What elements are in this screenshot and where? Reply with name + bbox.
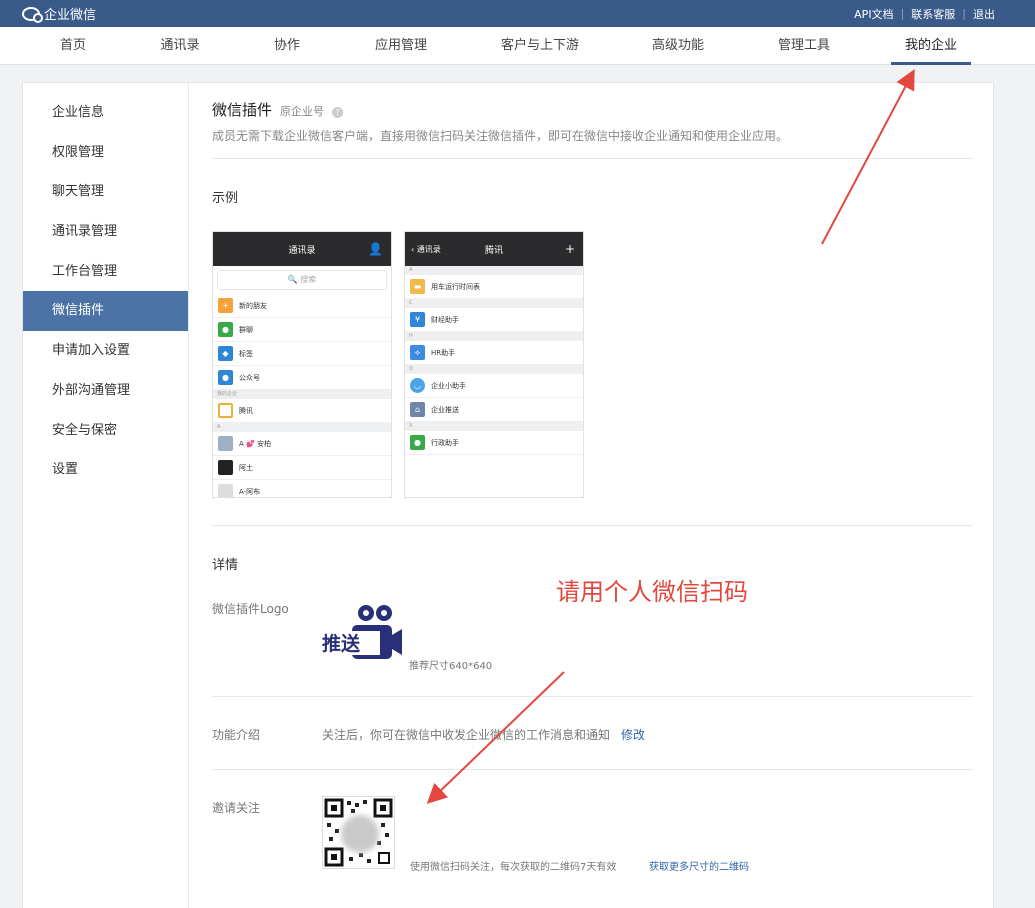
annotation-arrows bbox=[426, 69, 915, 804]
arrow-to-qr-code bbox=[426, 671, 565, 804]
arrow-to-my-company bbox=[821, 69, 915, 245]
